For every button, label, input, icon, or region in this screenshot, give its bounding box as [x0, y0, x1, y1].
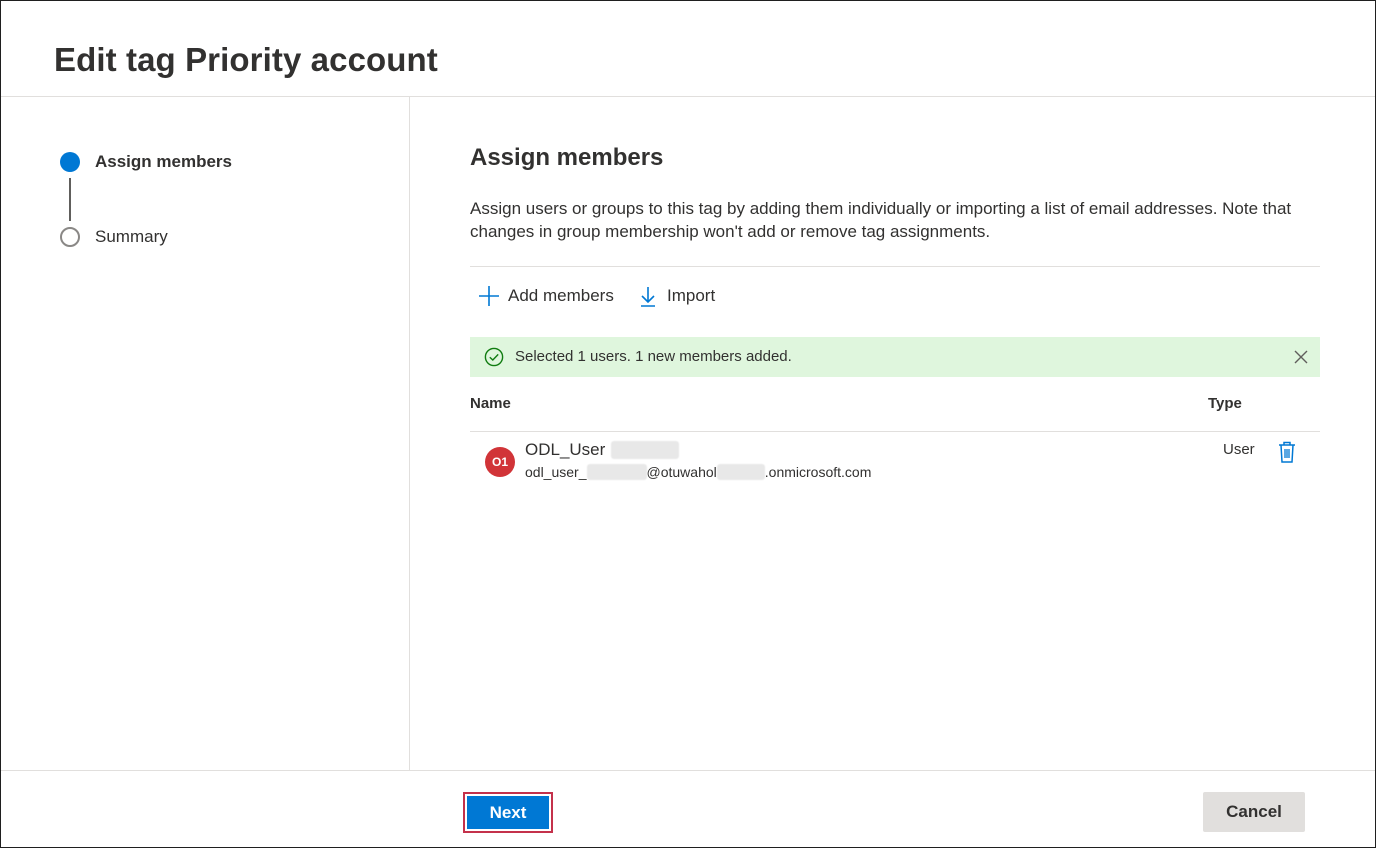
step-indicator-pending	[60, 227, 80, 247]
column-header-name[interactable]: Name	[470, 395, 511, 412]
member-email: odl_user_ @otuwahol .onmicrosoft.com	[525, 464, 871, 480]
dialog-footer	[1, 770, 1375, 848]
add-members-label: Add members	[508, 286, 614, 305]
check-circle-icon	[484, 347, 504, 367]
member-name: ODL_User	[525, 440, 680, 460]
dialog-header: Edit tag Priority account	[1, 1, 1375, 97]
download-icon	[637, 285, 659, 307]
step-indicator-active	[60, 152, 80, 172]
dialog-frame: Edit tag Priority account Assign members…	[0, 0, 1376, 848]
redacted-text	[716, 464, 765, 480]
add-members-button[interactable]: Add members	[478, 284, 614, 308]
close-icon[interactable]	[1292, 348, 1310, 366]
divider	[470, 266, 1320, 267]
import-button[interactable]: Import	[637, 284, 715, 308]
email-suffix: .onmicrosoft.com	[764, 464, 872, 480]
email-mid: @otuwahol	[646, 464, 717, 480]
import-label: Import	[667, 286, 716, 305]
redacted-text	[611, 441, 680, 459]
step-summary[interactable]: Summary	[95, 227, 168, 247]
section-description: Assign users or groups to this tag by ad…	[470, 199, 1292, 241]
email-prefix: odl_user_	[525, 464, 587, 480]
column-header-type[interactable]: Type	[1208, 395, 1242, 412]
member-name-text: ODL_User	[525, 440, 606, 459]
cancel-button[interactable]: Cancel	[1203, 792, 1305, 832]
next-button-label: Next	[467, 796, 549, 829]
plus-icon	[478, 285, 500, 307]
table-divider	[470, 431, 1320, 432]
wizard-steps-sidebar	[1, 97, 410, 770]
trash-icon[interactable]	[1278, 441, 1296, 463]
step-assign-members[interactable]: Assign members	[95, 152, 232, 172]
banner-message: Selected 1 users. 1 new members added.	[515, 348, 792, 365]
page-title: Edit tag Priority account	[54, 41, 438, 78]
success-banner: Selected 1 users. 1 new members added.	[470, 337, 1320, 377]
step-connector	[69, 178, 71, 221]
section-title: Assign members	[470, 144, 664, 171]
next-button[interactable]: Next	[463, 792, 553, 833]
avatar: O1	[485, 447, 515, 477]
redacted-text	[586, 464, 647, 480]
member-type: User	[1223, 441, 1255, 458]
